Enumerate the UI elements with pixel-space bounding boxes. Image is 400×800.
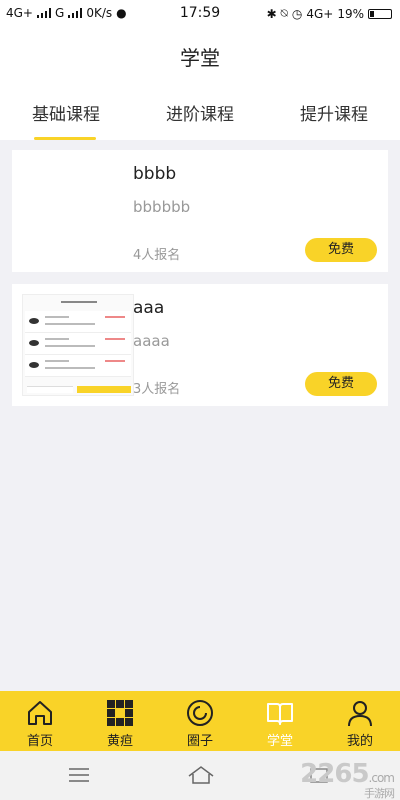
course-description: bbbbbb — [133, 198, 191, 216]
circle-icon — [187, 700, 213, 726]
nav-label: 首页 — [26, 734, 53, 749]
watermark-logo: 2265.com 手游网 — [300, 759, 395, 800]
enroll-count: 3人报名 — [133, 382, 181, 397]
free-button[interactable]: 免费 — [305, 238, 377, 262]
battery-icon — [368, 8, 392, 19]
course-title: bbbb — [133, 164, 177, 184]
nav-jaundice[interactable]: 黄疸 — [80, 691, 160, 751]
battery-percent: 19% — [337, 6, 364, 21]
network-type-3: 4G+ — [306, 6, 334, 21]
nav-circle[interactable]: 圈子 — [160, 691, 240, 751]
tab-label: 提升课程 — [300, 105, 368, 125]
watermark-suffix: .com — [368, 771, 395, 785]
enroll-count: 4人报名 — [133, 248, 181, 263]
course-description: aaaa — [133, 332, 170, 350]
nav-label: 圈子 — [186, 734, 213, 749]
nav-home[interactable]: 首页 — [0, 691, 80, 751]
book-icon — [267, 703, 293, 725]
thumbnail-screenshot-image — [22, 294, 134, 396]
menu-icon[interactable] — [68, 767, 90, 783]
bluetooth-icon: ✱ — [266, 6, 277, 21]
nav-mine[interactable]: 我的 — [320, 691, 400, 751]
watermark-text: 2265 — [300, 759, 369, 789]
course-thumbnail — [22, 294, 134, 396]
nav-label: 学堂 — [266, 734, 293, 749]
tab-label: 进阶课程 — [166, 105, 234, 125]
active-tab-indicator — [34, 137, 96, 140]
mute-icon: ⍉ — [280, 6, 288, 20]
alarm-icon: ◷ — [291, 6, 303, 21]
status-right: ✱ ⍉ ◷ 4G+ 19% — [267, 6, 392, 21]
course-tabs: 基础课程 进阶课程 提升课程 — [0, 100, 400, 140]
tab-basic[interactable]: 基础课程 — [16, 100, 116, 140]
nav-label: 我的 — [346, 734, 373, 749]
nav-school[interactable]: 学堂 — [240, 691, 320, 751]
bottom-nav: 首页 黄疸 圈子 学堂 我的 — [0, 691, 400, 751]
course-card[interactable]: bbbb bbbbbb 4人报名 免费 — [12, 150, 388, 272]
person-icon — [348, 701, 372, 727]
qr-grid-icon — [107, 700, 133, 726]
system-nav-bar: 2265.com 手游网 — [0, 751, 400, 800]
nav-label: 黄疸 — [106, 734, 133, 749]
course-card[interactable]: aaa aaaa 3人报名 免费 — [12, 284, 388, 406]
page-header: 学堂 基础课程 进阶课程 提升课程 — [0, 28, 400, 140]
page-title: 学堂 — [180, 46, 220, 70]
tab-advanced[interactable]: 进阶课程 — [150, 100, 250, 140]
course-thumbnail — [22, 160, 134, 262]
tab-improve[interactable]: 提升课程 — [284, 100, 384, 140]
home-icon — [28, 701, 52, 725]
course-title: aaa — [133, 298, 165, 318]
tab-label: 基础课程 — [32, 105, 100, 125]
home-button-icon[interactable] — [187, 765, 215, 785]
status-bar: 4G+ G 0K/s ● 17:59 ✱ ⍉ ◷ 4G+ 19% — [0, 0, 400, 28]
free-button[interactable]: 免费 — [305, 372, 377, 396]
